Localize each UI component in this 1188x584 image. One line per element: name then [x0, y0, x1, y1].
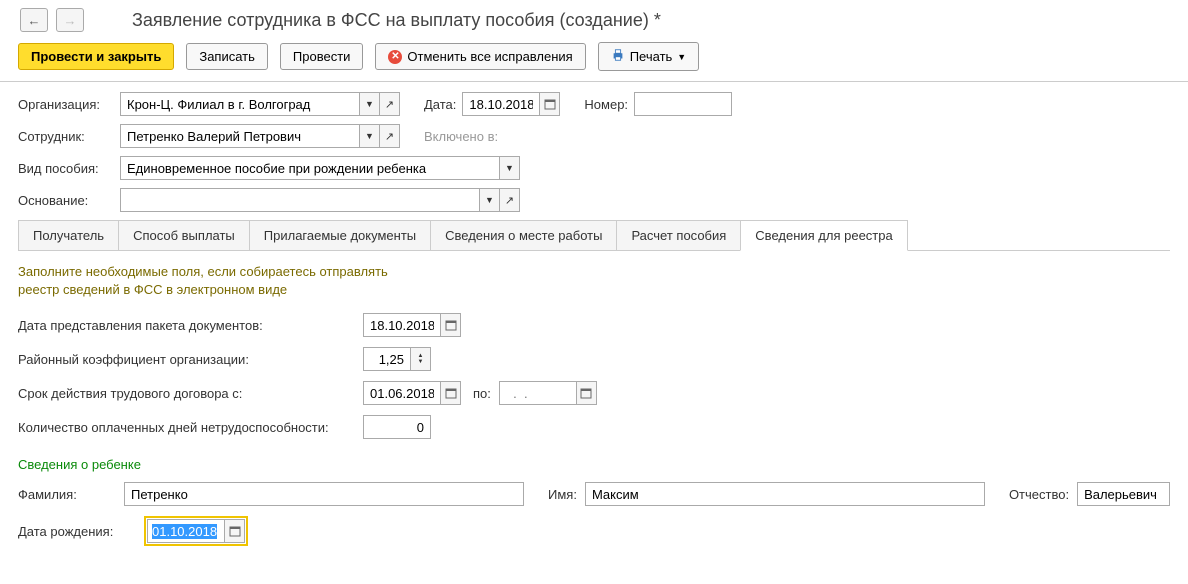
tab-payment-method[interactable]: Способ выплаты — [118, 220, 250, 250]
org-dropdown-button[interactable]: ▼ — [360, 92, 380, 116]
post-and-close-button[interactable]: Провести и закрыть — [18, 43, 174, 70]
district-coef-label: Районный коэффициент организации: — [18, 352, 333, 367]
tab-attached-docs[interactable]: Прилагаемые документы — [249, 220, 431, 250]
calendar-icon — [580, 387, 592, 399]
calendar-icon — [229, 525, 241, 537]
contract-from-label: Срок действия трудового договора с: — [18, 386, 333, 401]
included-label: Включено в: — [424, 129, 498, 144]
print-icon — [611, 48, 625, 65]
contract-to-calendar-button[interactable] — [577, 381, 597, 405]
birthdate-value: 01.10.2018 — [152, 524, 217, 539]
benefit-type-input[interactable] — [120, 156, 500, 180]
chevron-down-icon: ▼ — [677, 52, 686, 62]
benefit-type-dropdown-button[interactable]: ▼ — [500, 156, 520, 180]
doc-pack-date-calendar-button[interactable] — [441, 313, 461, 337]
page-title: Заявление сотрудника в ФСС на выплату по… — [132, 10, 661, 31]
name-input[interactable] — [585, 482, 985, 506]
district-coef-stepper[interactable]: ▲▼ — [411, 347, 431, 371]
birthdate-calendar-button[interactable] — [225, 519, 245, 543]
date-calendar-button[interactable] — [540, 92, 560, 116]
tab-registry-info[interactable]: Сведения для реестра — [740, 220, 907, 251]
employee-label: Сотрудник: — [18, 129, 114, 144]
cancel-icon: ✕ — [388, 50, 402, 64]
contract-from-input[interactable] — [363, 381, 441, 405]
benefit-type-label: Вид пособия: — [18, 161, 114, 176]
paid-days-label: Количество оплаченных дней нетрудоспособ… — [18, 420, 333, 435]
cancel-corrections-label: Отменить все исправления — [407, 49, 572, 64]
name-label: Имя: — [548, 487, 577, 502]
registry-hint: Заполните необходимые поля, если собирае… — [18, 263, 1170, 299]
surname-label: Фамилия: — [18, 487, 116, 502]
doc-pack-date-input[interactable] — [363, 313, 441, 337]
employee-open-button[interactable]: ↗ — [380, 124, 400, 148]
basis-label: Основание: — [18, 193, 114, 208]
print-label: Печать — [630, 49, 673, 64]
org-label: Организация: — [18, 97, 114, 112]
basis-input[interactable] — [120, 188, 480, 212]
birthdate-label: Дата рождения: — [18, 524, 136, 539]
post-button[interactable]: Провести — [280, 43, 364, 70]
child-section-title: Сведения о ребенке — [18, 457, 1170, 472]
basis-dropdown-button[interactable]: ▼ — [480, 188, 500, 212]
tab-benefit-calc[interactable]: Расчет пособия — [616, 220, 741, 250]
tab-workplace-info[interactable]: Сведения о месте работы — [430, 220, 617, 250]
tab-recipient[interactable]: Получатель — [18, 220, 119, 250]
patronymic-input[interactable] — [1077, 482, 1170, 506]
contract-from-calendar-button[interactable] — [441, 381, 461, 405]
org-open-button[interactable]: ↗ — [380, 92, 400, 116]
basis-open-button[interactable]: ↗ — [500, 188, 520, 212]
doc-pack-date-label: Дата представления пакета документов: — [18, 318, 333, 333]
date-input[interactable] — [462, 92, 540, 116]
district-coef-input[interactable] — [363, 347, 411, 371]
external-icon: ↗ — [505, 194, 514, 207]
nav-back-button[interactable]: ← — [20, 8, 48, 32]
cancel-corrections-button[interactable]: ✕ Отменить все исправления — [375, 43, 585, 70]
print-button[interactable]: Печать ▼ — [598, 42, 700, 71]
contract-to-label: по: — [473, 386, 491, 401]
number-label: Номер: — [584, 97, 628, 112]
calendar-icon — [445, 319, 457, 331]
external-icon: ↗ — [385, 130, 394, 143]
external-icon: ↗ — [385, 98, 394, 111]
employee-input[interactable] — [120, 124, 360, 148]
employee-dropdown-button[interactable]: ▼ — [360, 124, 380, 148]
date-label: Дата: — [424, 97, 456, 112]
calendar-icon — [544, 98, 556, 110]
nav-forward-button[interactable]: → — [56, 8, 84, 32]
patronymic-label: Отчество: — [1009, 487, 1069, 502]
paid-days-input[interactable] — [363, 415, 431, 439]
contract-to-input[interactable] — [499, 381, 577, 405]
surname-input[interactable] — [124, 482, 524, 506]
birthdate-input[interactable]: 01.10.2018 — [147, 519, 225, 543]
save-button[interactable]: Записать — [186, 43, 268, 70]
number-input[interactable] — [634, 92, 732, 116]
org-input[interactable] — [120, 92, 360, 116]
calendar-icon — [445, 387, 457, 399]
